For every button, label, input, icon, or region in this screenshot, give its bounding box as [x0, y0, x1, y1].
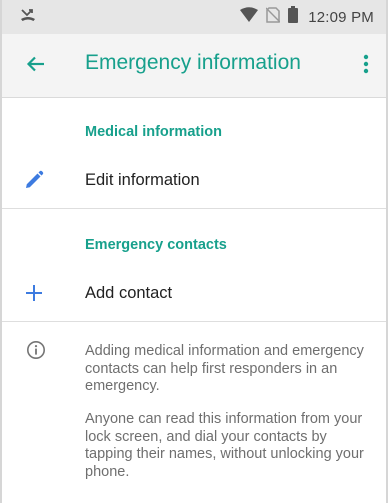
- add-contact-label: Add contact: [85, 283, 173, 302]
- status-bar: 12:09 PM: [0, 0, 388, 34]
- wifi-icon: [240, 6, 259, 28]
- arrow-back-icon: [26, 54, 46, 79]
- status-time: 12:09 PM: [308, 8, 374, 26]
- overflow-menu-button[interactable]: [360, 54, 372, 78]
- section-header-contacts: Emergency contacts: [85, 237, 227, 253]
- more-vert-icon: [363, 54, 369, 79]
- section-header-medical: Medical information: [85, 124, 222, 140]
- missed-call-icon: [20, 7, 36, 28]
- app-bar: Emergency information: [0, 34, 388, 98]
- info-icon: [26, 340, 46, 360]
- info-paragraph: Adding medical information and emergency…: [85, 343, 364, 394]
- edit-information-label: Edit information: [85, 170, 200, 189]
- edit-information-row[interactable]: Edit information: [0, 152, 388, 208]
- divider: [0, 208, 388, 209]
- page-title: Emergency information: [85, 51, 301, 74]
- pencil-icon: [24, 170, 44, 190]
- divider: [0, 321, 388, 322]
- info-paragraph: Anyone can read this information from yo…: [85, 411, 364, 480]
- add-contact-row[interactable]: Add contact: [0, 265, 388, 321]
- no-sim-icon: [265, 6, 281, 28]
- battery-icon: [288, 6, 299, 28]
- back-button[interactable]: [24, 54, 48, 78]
- plus-icon: [24, 283, 44, 303]
